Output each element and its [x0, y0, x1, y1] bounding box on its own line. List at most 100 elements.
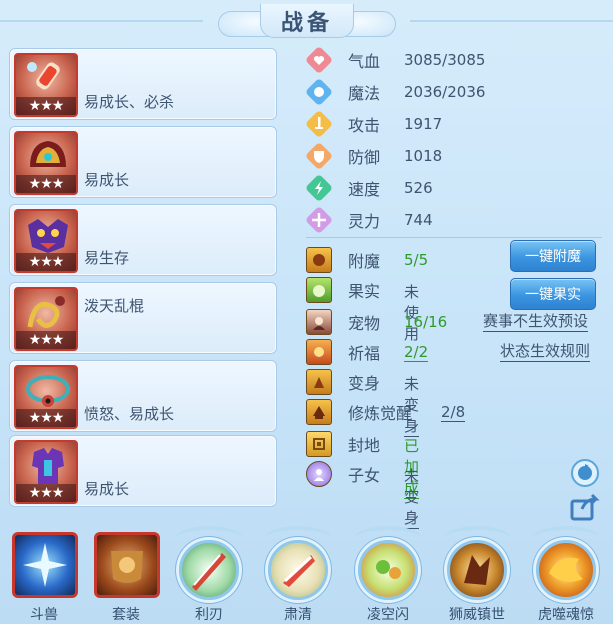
purge-icon: [268, 540, 328, 600]
child-icon: [306, 461, 332, 487]
attr-value: 5/5: [404, 251, 429, 269]
fruit-icon: [306, 277, 332, 303]
attr-row-pet: 宠物 16/16: [306, 308, 447, 336]
stat-label: 气血: [348, 52, 381, 71]
attr-value: 16/16: [404, 313, 448, 331]
attr-label: 宠物: [348, 314, 381, 333]
attr-label: 封地: [348, 436, 381, 455]
star-rating: ★★★: [16, 484, 76, 502]
stat-row-attack: 攻击 1917: [306, 110, 442, 138]
skill-blade[interactable]: 利刃: [169, 514, 249, 624]
star-rating: ★★★: [16, 331, 76, 349]
refresh-icon[interactable]: [568, 456, 602, 490]
skill-purge[interactable]: 肃清: [258, 514, 338, 624]
stat-value: 1917: [404, 115, 443, 133]
skill-beast-fight[interactable]: 斗兽: [4, 514, 84, 624]
attr-row-enchant: 附魔 5/5: [306, 246, 428, 274]
one-click-enchant-button[interactable]: 一键附魔: [510, 240, 596, 272]
blessing-icon: [306, 339, 332, 365]
equipment-desc: 愤怒、易成长: [84, 405, 175, 423]
event-preset-link[interactable]: 赛事不生效预设: [483, 312, 589, 332]
equipment-card[interactable]: ★★★ 易生存: [9, 204, 277, 276]
serpent-chain-icon: ★★★: [14, 287, 78, 351]
equipment-desc: 易成长、必杀: [84, 93, 175, 111]
stat-row-spirit: 灵力 744: [306, 206, 433, 234]
equipment-desc: 易成长: [84, 171, 130, 189]
popsicle-icon: ★★★: [14, 53, 78, 117]
stat-value: 2036/2036: [404, 83, 486, 101]
skill-sky-flash[interactable]: 凌空闪: [348, 514, 428, 624]
skill-suit[interactable]: 套装: [86, 514, 166, 624]
section-divider: [306, 237, 602, 238]
attr-label: 子女: [348, 466, 381, 485]
lightning-icon: [306, 175, 332, 201]
equipment-desc: 易成长: [84, 480, 130, 498]
sky-flash-icon: [358, 540, 418, 600]
heart-icon: [306, 47, 332, 73]
equipment-card[interactable]: ★★★ 易成长: [9, 435, 277, 507]
attr-row-blessing: 祈福 2/2: [306, 338, 429, 366]
attr-value[interactable]: 2/2: [404, 343, 429, 362]
stat-row-speed: 速度 526: [306, 174, 433, 202]
equipment-desc: 易生存: [84, 249, 130, 267]
blade-icon: [179, 540, 239, 600]
attr-label: 变身: [348, 374, 381, 393]
mana-orb-icon: [306, 79, 332, 105]
attr-value[interactable]: 2/8: [441, 403, 466, 422]
attr-row-fruit: 果实 未使用: [306, 276, 419, 343]
demon-mask-icon: ★★★: [14, 209, 78, 273]
equipment-card[interactable]: ★★★ 易成长: [9, 126, 277, 198]
cultivation-icon: [306, 399, 332, 425]
skill-tiger-soul[interactable]: 虎噬魂惊: [526, 514, 606, 624]
attr-row-fief: 封地 已加成: [306, 430, 420, 499]
equipment-card[interactable]: ★★★ 泼天乱棍: [9, 282, 277, 354]
attr-row-cultivation: 修炼觉醒 2/8: [306, 398, 466, 426]
skill-lion-might[interactable]: 狮威镇世: [437, 514, 517, 624]
star-rating: ★★★: [16, 175, 76, 193]
transform-icon: [306, 369, 332, 395]
attr-label: 修炼觉醒: [348, 404, 413, 423]
skill-label: 肃清: [284, 607, 312, 623]
stat-value: 744: [404, 211, 433, 229]
enchant-icon: [306, 247, 332, 273]
skill-label: 斗兽: [30, 607, 58, 623]
stat-value: 1018: [404, 147, 443, 165]
stat-value: 526: [404, 179, 433, 197]
lion-might-icon: [447, 540, 507, 600]
skill-label: 套装: [112, 607, 140, 623]
page-title: 战备: [280, 11, 333, 36]
fief-icon: [306, 431, 332, 457]
armor-icon: ★★★: [14, 440, 78, 504]
star-rating: ★★★: [16, 409, 76, 427]
tiger-soul-icon: [536, 540, 596, 600]
star-rating: ★★★: [16, 97, 76, 115]
skill-label: 狮威镇世: [449, 607, 505, 623]
equipment-card[interactable]: ★★★ 愤怒、易成长: [9, 360, 277, 432]
stat-label: 灵力: [348, 212, 381, 231]
attr-row-child: 子女 未变身: [306, 460, 420, 529]
eye-necklace-icon: ★★★: [14, 365, 78, 429]
title-banner: 战备: [218, 4, 396, 38]
skill-label: 利刃: [195, 607, 223, 623]
status-rules-link[interactable]: 状态生效规则: [500, 342, 591, 362]
stat-row-defense: 防御 1018: [306, 142, 442, 170]
stat-value: 3085/3085: [404, 51, 486, 69]
title-divider-left: [0, 20, 203, 22]
sword-icon: [306, 111, 332, 137]
spirit-icon: [306, 207, 332, 233]
attr-label: 附魔: [348, 252, 381, 271]
equipment-card[interactable]: ★★★ 易成长、必杀: [9, 48, 277, 120]
stat-row-mp: 魔法 2036/2036: [306, 78, 485, 106]
stat-row-hp: 气血 3085/3085: [306, 46, 485, 74]
skill-label: 虎噬魂惊: [538, 607, 594, 623]
beast-fight-icon: [12, 532, 78, 598]
attr-label: 祈福: [348, 344, 381, 363]
title-divider-right: [410, 20, 613, 22]
stat-label: 攻击: [348, 116, 381, 135]
stat-label: 速度: [348, 180, 381, 199]
shield-icon: [306, 143, 332, 169]
skill-label: 凌空闪: [367, 607, 409, 623]
one-click-fruit-button[interactable]: 一键果实: [510, 278, 596, 310]
suit-icon: [94, 532, 160, 598]
skill-bar: 斗兽 套装 利刃 肃清 凌空闪 狮威镇世 虎噬魂惊: [0, 514, 613, 624]
